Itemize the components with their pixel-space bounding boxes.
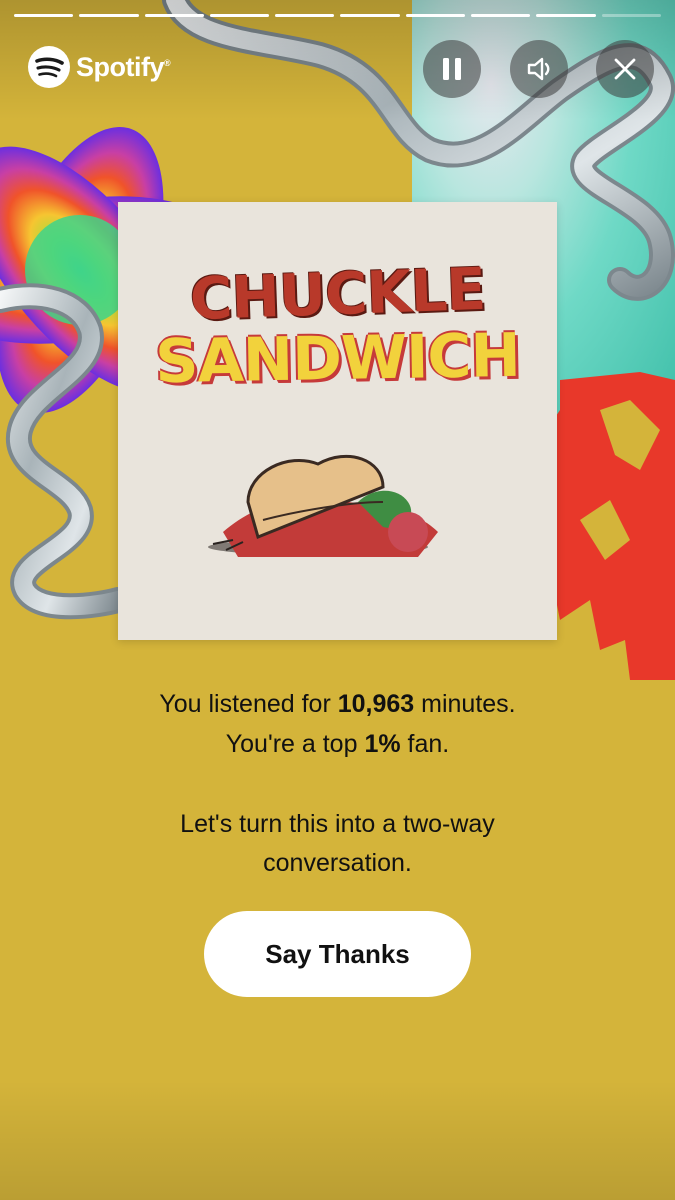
minutes-value: 10,963 — [337, 690, 415, 718]
progress-segment — [275, 14, 335, 17]
volume-button[interactable] — [510, 40, 568, 98]
progress-segment — [471, 14, 531, 17]
fan-percent-value: 1% — [364, 730, 401, 758]
pause-icon — [443, 58, 461, 80]
progress-segment — [79, 14, 139, 17]
minutes-listened-text: You listened for 10,963 minutes. — [159, 690, 516, 718]
say-thanks-button[interactable]: Say Thanks — [204, 911, 471, 997]
progress-segment — [405, 14, 466, 17]
progress-segment — [536, 14, 596, 17]
progress-segment — [601, 14, 661, 17]
progress-segment — [340, 14, 400, 17]
pause-button[interactable] — [423, 40, 481, 98]
invite-text-line2: conversation. — [263, 849, 412, 877]
close-button[interactable] — [596, 40, 654, 98]
spotify-brand: Spotify® — [28, 46, 171, 88]
sandwich-illustration — [208, 454, 438, 557]
volume-icon — [527, 57, 550, 81]
story-progress-bar — [14, 14, 661, 17]
top-fan-text: You're a top 1% fan. — [225, 730, 450, 758]
album-cover: CHUCKLE SANDWICH — [118, 202, 557, 640]
bottom-shade — [0, 1080, 675, 1200]
spotify-logo-icon — [28, 46, 70, 88]
progress-segment — [14, 14, 74, 17]
invite-text-line1: Let's turn this into a two-way — [180, 810, 495, 838]
brand-name: Spotify® — [76, 51, 171, 82]
close-icon — [614, 58, 636, 80]
progress-segment — [144, 14, 204, 17]
progress-segment — [209, 14, 270, 17]
story-screen: Spotify® CHUCKLE SANDWICH You listened f… — [0, 0, 675, 1200]
